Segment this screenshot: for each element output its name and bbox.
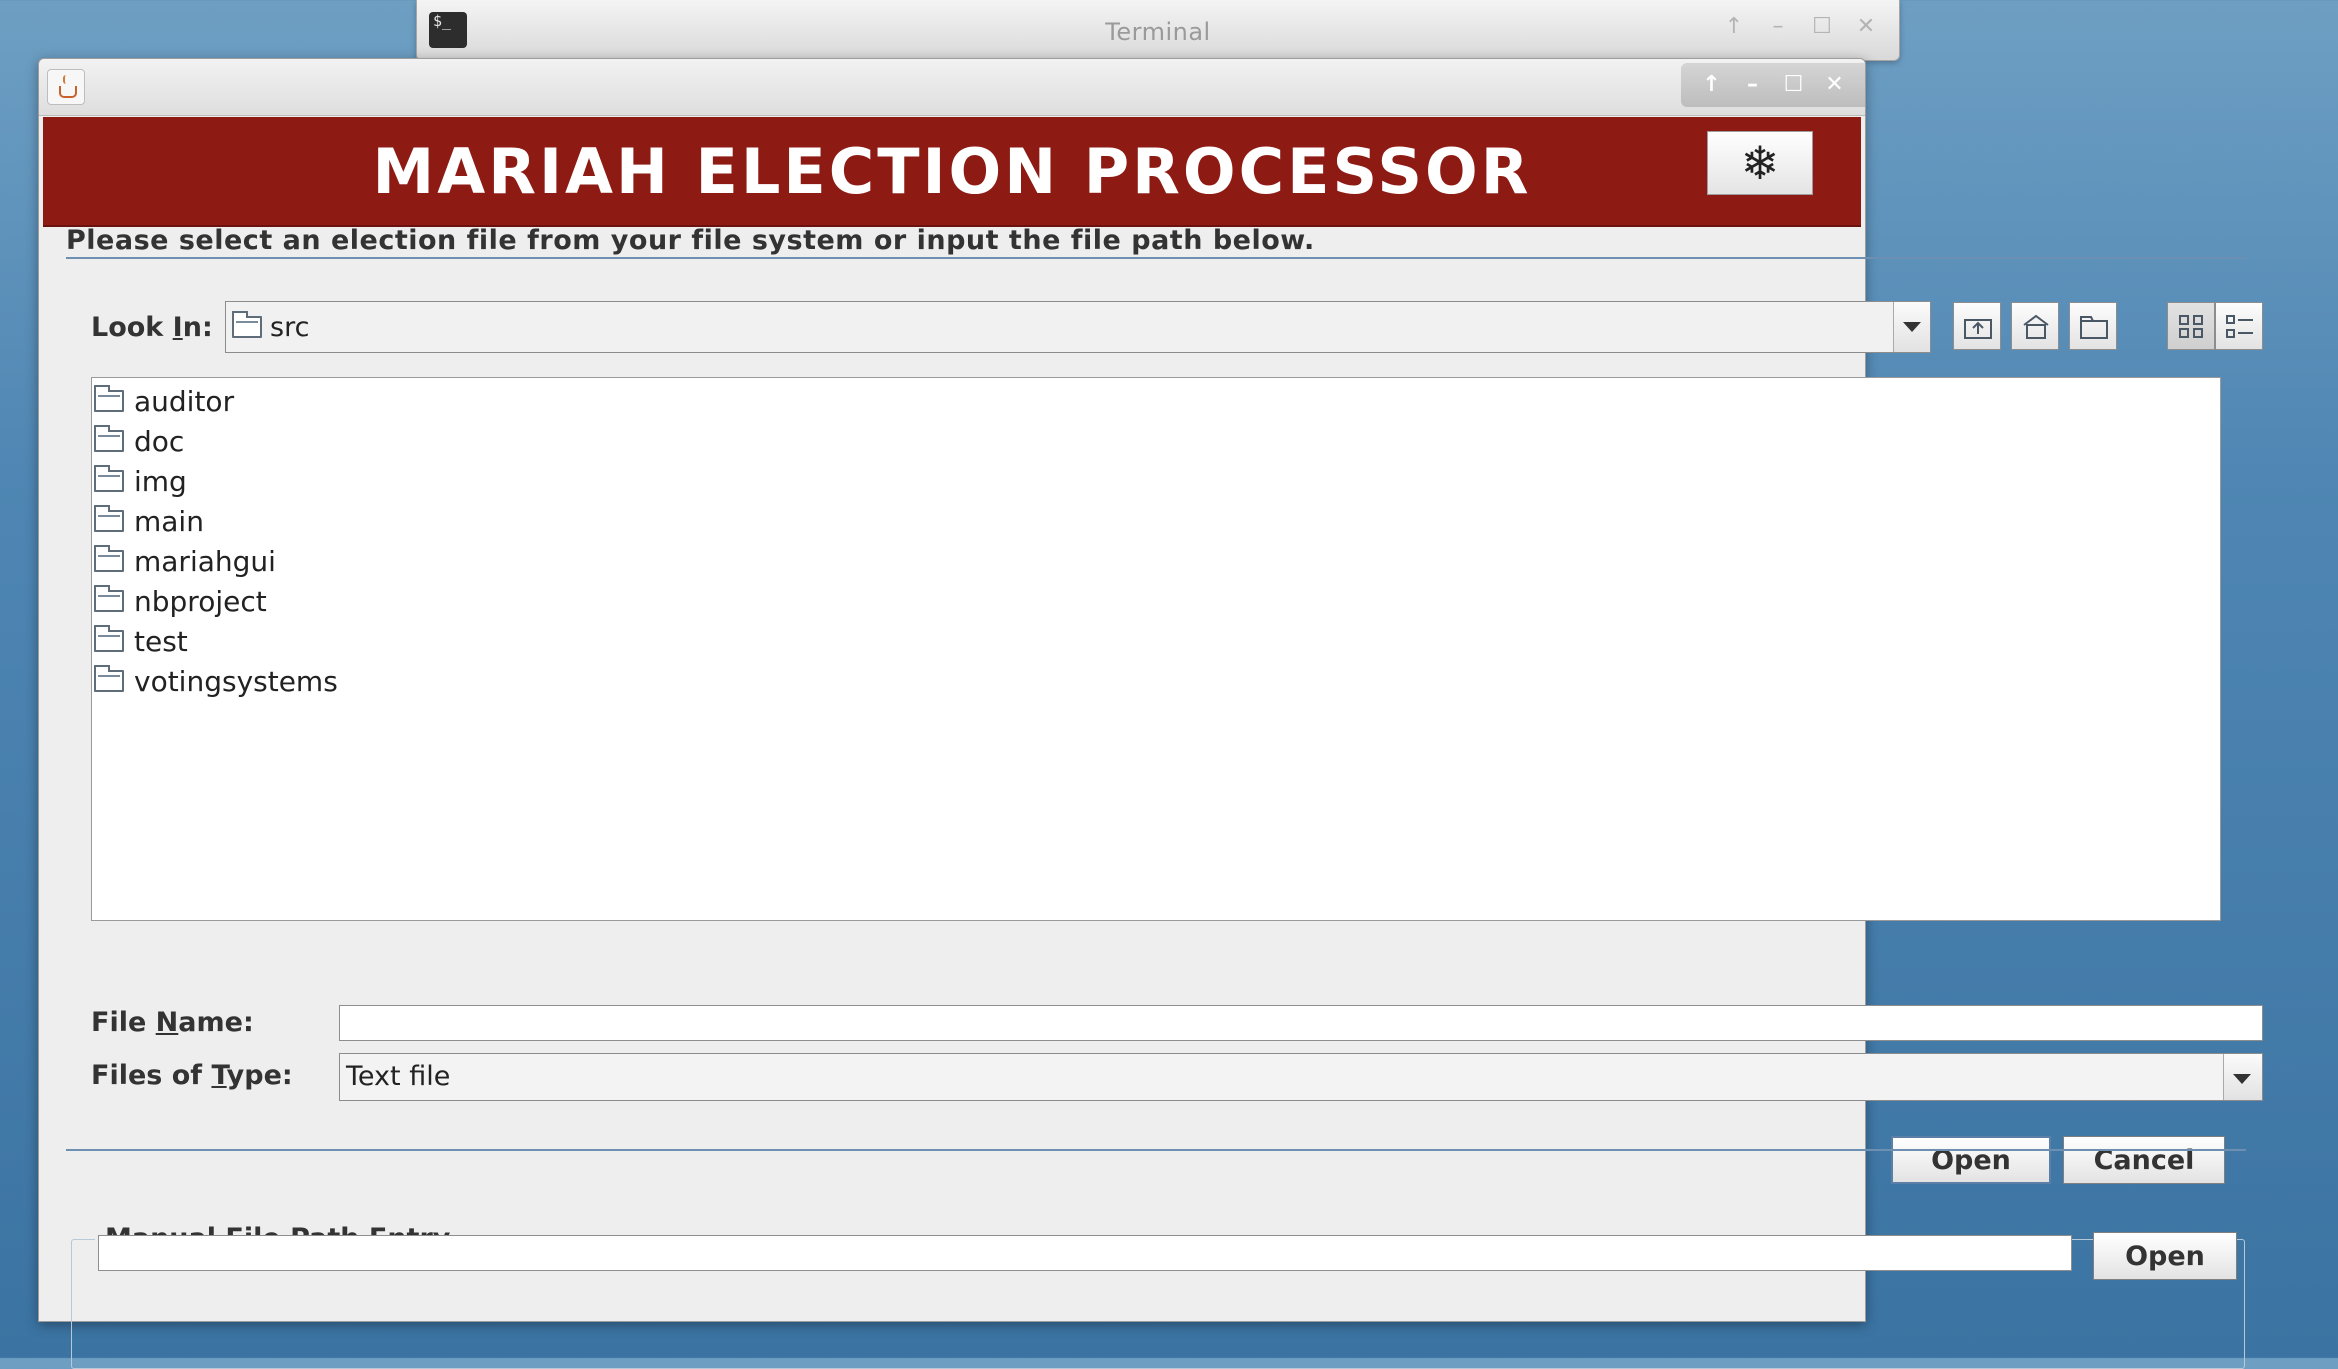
- home-button[interactable]: [2011, 302, 2059, 350]
- new-folder-icon: [2080, 316, 2108, 339]
- files-of-type-dropdown[interactable]: Text file: [339, 1053, 2263, 1101]
- folder-icon: [232, 311, 262, 338]
- terminal-title: Terminal: [1105, 18, 1211, 46]
- chevron-down-icon[interactable]: [1893, 302, 1930, 352]
- window-controls: ↑ – ☐ ✕: [1681, 63, 1865, 107]
- terminal-window[interactable]: $_ Terminal ↑ – ☐ ✕: [416, 0, 1900, 61]
- folder-icon: [94, 625, 124, 652]
- list-item[interactable]: mariahgui: [94, 542, 276, 580]
- files-of-type-value: Text file: [346, 1061, 451, 1092]
- list-item[interactable]: nbproject: [94, 582, 267, 620]
- terminal-close-icon[interactable]: ✕: [1855, 16, 1877, 38]
- maximize-window-icon[interactable]: ☐: [1782, 73, 1806, 97]
- look-in-label: Look In:: [91, 312, 213, 343]
- folder-icon: [94, 585, 124, 612]
- section-divider: [66, 1149, 2246, 1151]
- file-name: test: [134, 624, 188, 658]
- file-name: votingsystems: [134, 664, 338, 698]
- details-view-button[interactable]: [2215, 302, 2263, 350]
- manual-open-button[interactable]: Open: [2093, 1232, 2237, 1280]
- list-view-icon: [2179, 315, 2203, 338]
- details-view-icon: [2226, 315, 2253, 338]
- chevron-down-icon[interactable]: [2223, 1054, 2262, 1100]
- file-name: nbproject: [134, 584, 267, 618]
- list-item[interactable]: test: [94, 622, 188, 660]
- file-name: img: [134, 464, 187, 498]
- file-list[interactable]: auditor doc img main mariahgui nbproject…: [91, 377, 2221, 921]
- list-item[interactable]: doc: [94, 422, 184, 460]
- cancel-button[interactable]: Cancel: [2063, 1136, 2225, 1184]
- open-button[interactable]: Open: [1891, 1136, 2051, 1184]
- list-item[interactable]: img: [94, 462, 187, 500]
- close-window-icon[interactable]: ✕: [1823, 73, 1847, 97]
- raise-window-icon[interactable]: ↑: [1700, 73, 1724, 97]
- home-icon: [2023, 314, 2049, 339]
- minimize-window-icon[interactable]: –: [1741, 73, 1765, 97]
- file-name-input[interactable]: [339, 1005, 2263, 1041]
- up-one-level-button[interactable]: [1953, 302, 2001, 350]
- file-name: auditor: [134, 384, 235, 418]
- file-name-label: File Name:: [91, 1007, 254, 1038]
- new-folder-button[interactable]: [2069, 302, 2117, 350]
- look-in-dropdown[interactable]: src: [225, 301, 1931, 353]
- instruction-text: Please select an election file from your…: [66, 225, 1315, 256]
- file-name: main: [134, 504, 204, 538]
- folder-icon: [94, 385, 124, 412]
- mariah-main-window: ↑ – ☐ ✕ MARIAH ELECTION PROCESSOR ❄ Plea…: [38, 58, 2263, 1369]
- window-title-bar[interactable]: ↑ – ☐ ✕: [39, 59, 1865, 116]
- instruction-divider: [66, 257, 2246, 259]
- snowflake-icon: ❄: [1740, 136, 1780, 190]
- folder-icon: [94, 545, 124, 572]
- terminal-raise-icon[interactable]: ↑: [1723, 16, 1745, 38]
- folder-icon: [94, 505, 124, 532]
- folder-icon: [94, 465, 124, 492]
- terminal-minimize-icon[interactable]: –: [1767, 16, 1789, 38]
- look-in-value: src: [270, 312, 310, 343]
- folder-icon: [94, 425, 124, 452]
- folder-icon: [94, 665, 124, 692]
- terminal-window-controls: ↑ – ☐ ✕: [1723, 16, 1877, 38]
- java-app-icon: [47, 69, 85, 105]
- file-name: mariahgui: [134, 544, 276, 578]
- files-of-type-label: Files of Type:: [91, 1060, 293, 1091]
- list-item[interactable]: main: [94, 502, 204, 540]
- list-item[interactable]: auditor: [94, 382, 234, 420]
- manual-path-input[interactable]: [98, 1235, 2072, 1271]
- settings-button[interactable]: ❄: [1707, 131, 1813, 195]
- app-title: MARIAH ELECTION PROCESSOR: [372, 135, 1532, 208]
- up-one-level-icon: [1964, 319, 1992, 339]
- app-banner: MARIAH ELECTION PROCESSOR ❄: [43, 117, 1861, 227]
- file-name: doc: [134, 424, 185, 458]
- list-view-button[interactable]: [2167, 302, 2215, 350]
- list-item[interactable]: votingsystems: [94, 662, 338, 700]
- terminal-maximize-icon[interactable]: ☐: [1811, 16, 1833, 38]
